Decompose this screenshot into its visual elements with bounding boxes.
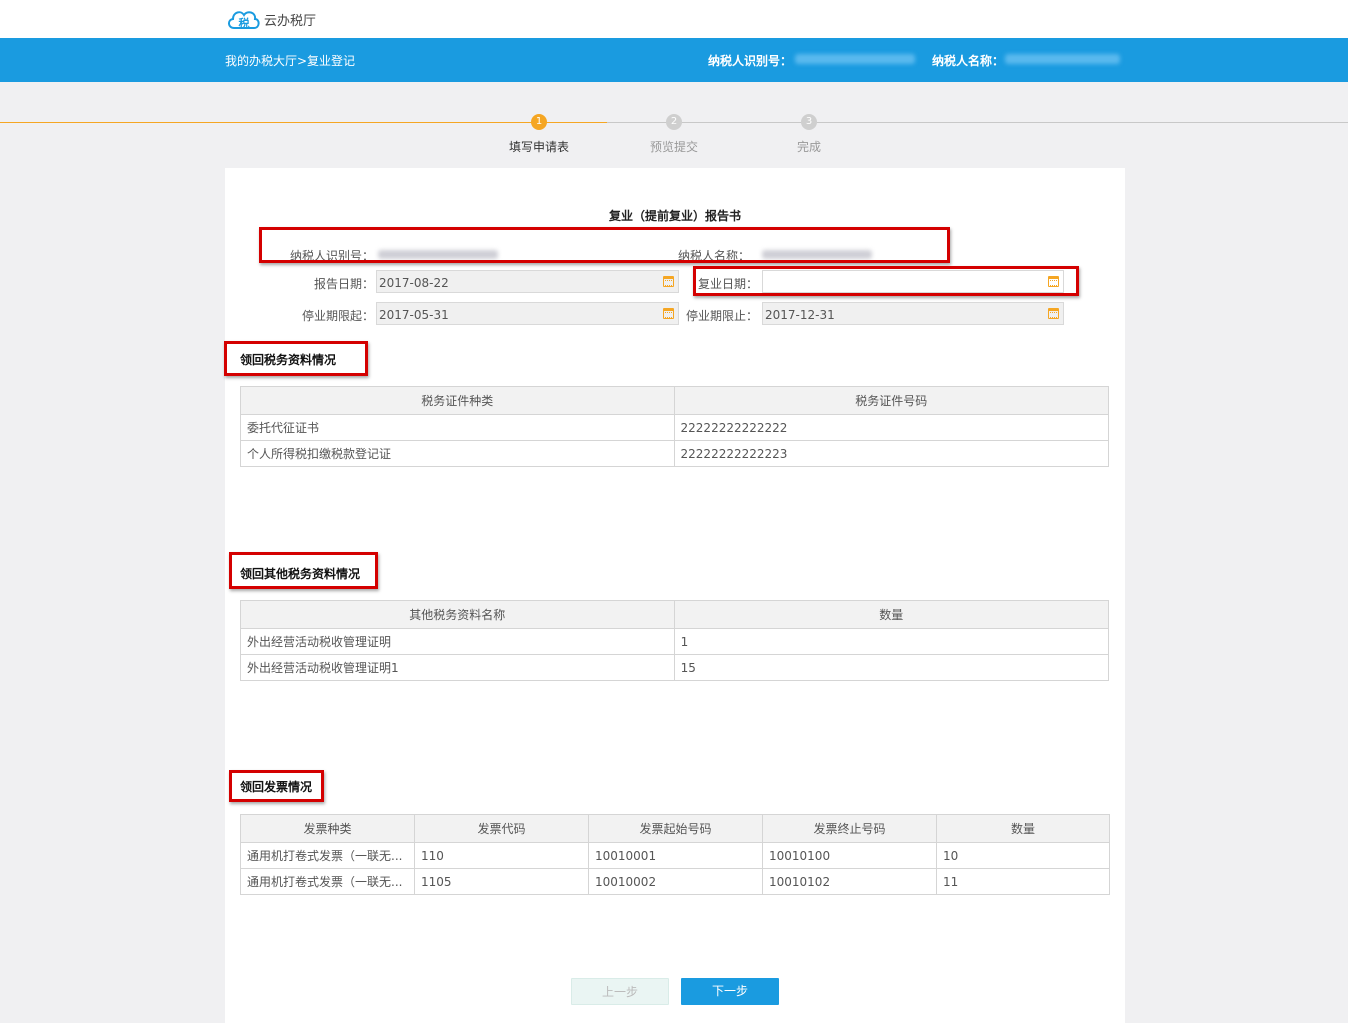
- step-1: 1 填写申请表: [499, 114, 579, 155]
- report-date-label: 报告日期：: [313, 277, 374, 291]
- tax-documents-table: 税务证件种类 税务证件号码 委托代征证书 22222222222222 个人所得…: [240, 386, 1110, 467]
- column-header: 发票终止号码: [762, 814, 937, 843]
- table-cell: 1: [673, 628, 1110, 655]
- next-step-button[interactable]: 下一步: [681, 978, 779, 1005]
- table-cell: 10010102: [762, 868, 937, 895]
- suspend-end-value: 2017-12-31: [765, 308, 835, 322]
- step-progress-remaining: [607, 122, 1348, 123]
- column-header: 发票代码: [414, 814, 589, 843]
- header-taxid-label: 纳税人识别号：: [708, 54, 793, 68]
- table-cell: 委托代征证书: [240, 414, 675, 441]
- table-row[interactable]: 委托代征证书 22222222222222: [240, 414, 1110, 441]
- header-taxid-value-redacted: [795, 54, 915, 64]
- highlight-section2-title: [229, 552, 378, 589]
- step-3: 3 完成: [769, 114, 849, 155]
- highlight-taxpayer-row: [259, 227, 950, 263]
- table-cell: 个人所得税扣缴税款登记证: [240, 440, 675, 467]
- suspend-start-label: 停业期限起：: [301, 309, 374, 323]
- table-cell: 10010001: [588, 842, 763, 869]
- table-cell: 外出经营活动税收管理证明1: [240, 654, 675, 681]
- table-header-row: 其他税务资料名称 数量: [240, 600, 1110, 629]
- table-cell: 11: [936, 868, 1110, 895]
- suspend-start-value: 2017-05-31: [379, 308, 449, 322]
- table-row[interactable]: 通用机打卷式发票（一联无... 1105 10010002 10010102 1…: [240, 868, 1110, 895]
- header-taxname-label: 纳税人名称：: [932, 54, 1005, 68]
- table-row[interactable]: 通用机打卷式发票（一联无... 110 10010001 10010100 10: [240, 842, 1110, 869]
- calendar-icon[interactable]: [663, 276, 674, 287]
- table-header-row: 发票种类 发票代码 发票起始号码 发票终止号码 数量: [240, 814, 1110, 843]
- table-cell: 1105: [414, 868, 589, 895]
- invoices-table: 发票种类 发票代码 发票起始号码 发票终止号码 数量 通用机打卷式发票（一联无.…: [240, 814, 1110, 895]
- table-cell: 110: [414, 842, 589, 869]
- suspend-start-input[interactable]: 2017-05-31: [376, 302, 679, 325]
- table-cell: 外出经营活动税收管理证明: [240, 628, 675, 655]
- column-header: 数量: [673, 600, 1110, 629]
- table-row[interactable]: 个人所得税扣缴税款登记证 22222222222223: [240, 440, 1110, 467]
- suspend-end-label: 停业期限止：: [685, 309, 758, 323]
- column-header: 税务证件号码: [673, 386, 1110, 415]
- highlight-resume-date: [693, 266, 1079, 296]
- table-cell: 通用机打卷式发票（一联无...: [240, 842, 415, 869]
- logo-char: 税: [239, 16, 250, 30]
- table-header-row: 税务证件种类 税务证件号码: [240, 386, 1110, 415]
- step-1-number: 1: [531, 114, 547, 130]
- report-date-value: 2017-08-22: [379, 276, 449, 290]
- table-cell: 10010002: [588, 868, 763, 895]
- step-2-number: 2: [666, 114, 682, 130]
- top-bar: 税 云办税厅: [0, 0, 1348, 38]
- column-header: 其他税务资料名称: [240, 600, 675, 629]
- previous-step-button[interactable]: 上一步: [571, 978, 669, 1005]
- other-documents-table: 其他税务资料名称 数量 外出经营活动税收管理证明 1 外出经营活动税收管理证明1…: [240, 600, 1110, 681]
- step-3-number: 3: [801, 114, 817, 130]
- column-header: 发票种类: [240, 814, 415, 843]
- column-header: 数量: [936, 814, 1110, 843]
- calendar-icon[interactable]: [663, 308, 674, 319]
- step-2: 2 预览提交: [634, 114, 714, 155]
- highlight-section3-title: [229, 770, 324, 802]
- highlight-section1-title: [224, 341, 368, 376]
- table-row[interactable]: 外出经营活动税收管理证明1 15: [240, 654, 1110, 681]
- table-cell: 10010100: [762, 842, 937, 869]
- step-3-label: 完成: [796, 140, 821, 154]
- table-cell: 22222222222222: [673, 414, 1110, 441]
- app-logo[interactable]: 税 云办税厅: [226, 5, 316, 33]
- table-cell: 22222222222223: [673, 440, 1110, 467]
- table-cell: 15: [673, 654, 1110, 681]
- header-bar: 我的办税大厅>复业登记 纳税人识别号： 纳税人名称：: [0, 38, 1348, 82]
- cloud-tax-icon: 税: [226, 6, 262, 32]
- column-header: 发票起始号码: [588, 814, 763, 843]
- table-cell: 10: [936, 842, 1110, 869]
- column-header: 税务证件种类: [240, 386, 675, 415]
- form-title: 复业（提前复业）报告书: [608, 209, 741, 223]
- calendar-icon[interactable]: [1048, 308, 1059, 319]
- header-taxname-value-redacted: [1005, 54, 1120, 64]
- table-row[interactable]: 外出经营活动税收管理证明 1: [240, 628, 1110, 655]
- breadcrumb[interactable]: 我的办税大厅>复业登记: [225, 52, 355, 69]
- step-1-label: 填写申请表: [508, 140, 569, 154]
- report-date-input[interactable]: 2017-08-22: [376, 270, 679, 293]
- step-2-label: 预览提交: [649, 140, 698, 154]
- table-cell: 通用机打卷式发票（一联无...: [240, 868, 415, 895]
- suspend-end-input[interactable]: 2017-12-31: [762, 302, 1064, 325]
- app-name: 云办税厅: [264, 13, 317, 29]
